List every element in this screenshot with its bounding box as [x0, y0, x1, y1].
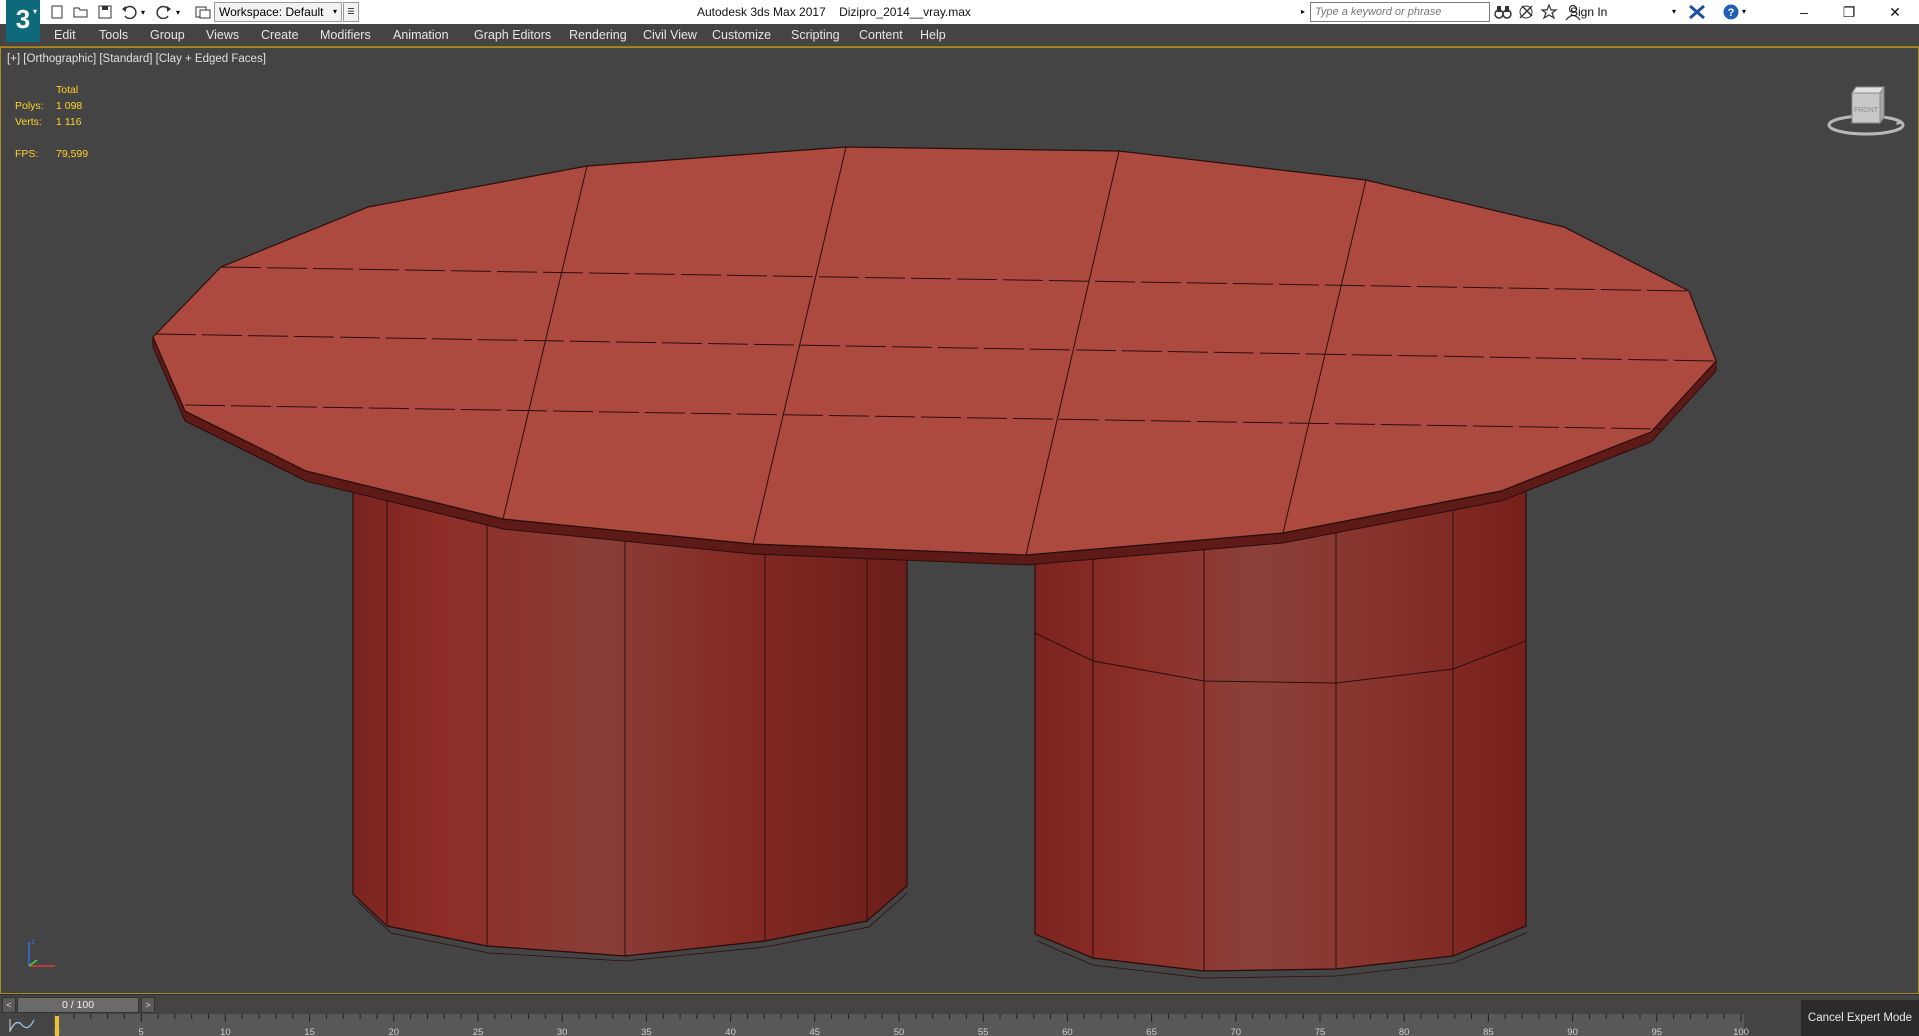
close-button[interactable]: ✕	[1872, 0, 1918, 24]
redo-dropdown-icon[interactable]: ▾	[173, 3, 183, 21]
time-slider-bar: < 0 / 100 >	[0, 994, 1919, 1014]
ruler-tick-label: 5	[138, 1027, 144, 1036]
ruler-tick-label: 10	[220, 1027, 231, 1036]
minimize-button[interactable]: –	[1781, 0, 1827, 24]
star-icon[interactable]	[1540, 3, 1558, 21]
viewcube[interactable]: FRONT	[1826, 81, 1906, 141]
ruler-tick-label: 40	[725, 1027, 736, 1036]
title-bar: 3 ▾ ▾ ▾ Workspace: Default ▾ ☰ Autodesk …	[0, 0, 1919, 42]
svg-text:?: ?	[1728, 7, 1735, 19]
app-name: Autodesk 3ds Max 2017	[697, 5, 826, 19]
menu-animation[interactable]: Animation	[393, 24, 449, 46]
previous-frame-button[interactable]: <	[2, 997, 16, 1013]
table-model[interactable]	[1, 48, 1918, 993]
ruler-tick-label: 15	[304, 1027, 315, 1036]
sign-in-dropdown-icon[interactable]: ▾	[1672, 0, 1676, 24]
ruler-tick-label: 45	[809, 1027, 821, 1036]
workspace-menu-button[interactable]: ☰	[343, 2, 359, 22]
menu-edit[interactable]: Edit	[54, 24, 76, 46]
ruler-tick-label: 65	[1146, 1027, 1157, 1036]
svg-text:z: z	[31, 937, 35, 946]
menu-group[interactable]: Group	[150, 24, 185, 46]
ruler-tick-label: 50	[893, 1027, 905, 1036]
workspace-select[interactable]: Workspace: Default ▾	[214, 2, 342, 22]
ruler-tick-label: 100	[1733, 1027, 1749, 1036]
ruler-tick-label: 35	[641, 1027, 652, 1036]
menu-create[interactable]: Create	[261, 24, 299, 46]
current-frame-marker[interactable]	[55, 1016, 59, 1036]
ruler-tick-label: 75	[1314, 1027, 1326, 1036]
svg-text:3: 3	[16, 4, 30, 34]
menu-help[interactable]: Help	[920, 24, 946, 46]
undo-icon[interactable]	[120, 3, 138, 21]
ruler-tick-label: 25	[472, 1027, 484, 1036]
ruler-tick-label: 30	[556, 1027, 568, 1036]
menu-civil-view[interactable]: Civil View	[643, 24, 697, 46]
app-logo-icon[interactable]: 3 ▾	[6, 0, 40, 42]
window-title: Autodesk 3ds Max 2017 Dizipro_2014__vray…	[697, 0, 971, 24]
time-slider[interactable]: 0 / 100	[17, 997, 139, 1013]
search-expand-icon[interactable]: ▸	[1297, 2, 1309, 22]
cancel-expert-mode-button[interactable]: Cancel Expert Mode	[1801, 1000, 1919, 1036]
ruler-tick-label: 20	[388, 1027, 400, 1036]
menu-scripting[interactable]: Scripting	[791, 24, 840, 46]
ruler-tick-label: 70	[1230, 1027, 1242, 1036]
viewport[interactable]: [+] [Orthographic] [Standard] [Clay + Ed…	[0, 47, 1919, 994]
search-input[interactable]: Type a keyword or phrase	[1310, 2, 1490, 22]
undo-dropdown-icon[interactable]: ▾	[138, 3, 148, 21]
ruler-tick-label: 95	[1651, 1027, 1663, 1036]
restore-button[interactable]: ❐	[1826, 0, 1872, 24]
redo-icon[interactable]	[155, 3, 173, 21]
menu-tools[interactable]: Tools	[99, 24, 128, 46]
frame-ruler[interactable]: 0510152025303540455055606570758085909510…	[54, 1014, 1749, 1036]
menu-graph-editors[interactable]: Graph Editors	[474, 24, 551, 46]
project-folder-icon[interactable]	[194, 3, 212, 21]
ruler-tick-label: 60	[1062, 1027, 1073, 1036]
menu-views[interactable]: Views	[206, 24, 239, 46]
help-dropdown-icon[interactable]: ▾	[1742, 3, 1760, 21]
ruler-tick-label: 80	[1398, 1027, 1410, 1036]
axis-tripod-icon: z	[19, 936, 59, 976]
viewcube-face-label: FRONT	[1854, 107, 1879, 114]
ruler-tick-label: 55	[977, 1027, 989, 1036]
chevron-down-icon: ▾	[332, 7, 337, 16]
open-file-icon[interactable]	[72, 3, 90, 21]
mini-curve-editor-icon[interactable]	[8, 1016, 36, 1034]
help-icon[interactable]: ?	[1722, 3, 1740, 21]
new-file-icon[interactable]	[48, 3, 66, 21]
trackbar: 0510152025303540455055606570758085909510…	[0, 1014, 1919, 1036]
menu-customize[interactable]: Customize	[712, 24, 771, 46]
file-name: Dizipro_2014__vray.max	[839, 5, 971, 19]
menu-divider	[0, 46, 1919, 47]
menu-content[interactable]: Content	[859, 24, 903, 46]
svg-text:▾: ▾	[33, 7, 37, 16]
ruler-tick-label: 90	[1567, 1027, 1578, 1036]
exchange-icon[interactable]	[1688, 3, 1706, 21]
table-leg-right[interactable]	[1034, 485, 1527, 979]
menu-modifiers[interactable]: Modifiers	[320, 24, 371, 46]
menu-bar: Edit Tools Group Views Create Modifiers …	[46, 24, 1919, 46]
next-frame-button[interactable]: >	[141, 997, 155, 1013]
save-file-icon[interactable]	[96, 3, 114, 21]
binoculars-icon[interactable]	[1494, 3, 1512, 21]
sign-in-link[interactable]: Sign In	[1570, 0, 1607, 24]
workspace-label: Workspace: Default	[219, 5, 324, 19]
subscription-icon[interactable]	[1517, 3, 1535, 21]
menu-rendering[interactable]: Rendering	[569, 24, 627, 46]
ruler-tick-label: 85	[1483, 1027, 1494, 1036]
